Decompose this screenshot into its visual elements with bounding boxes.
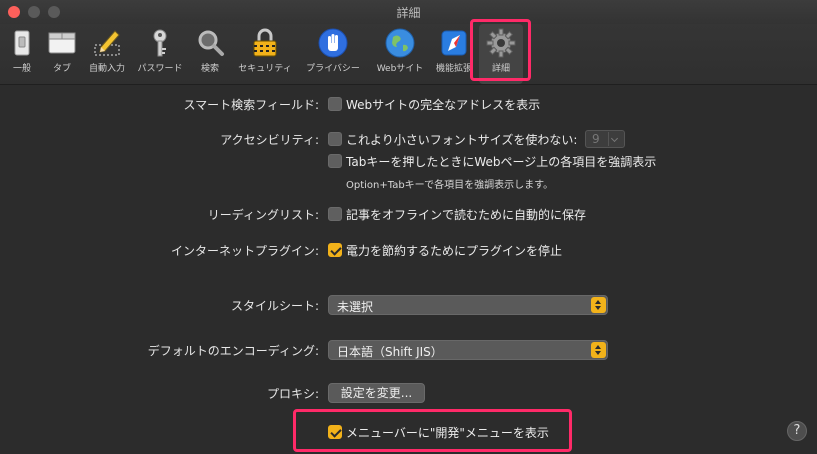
smart-search-label: スマート検索フィールド: — [183, 98, 319, 112]
stylesheet-value: 未選択 — [337, 300, 374, 314]
titlebar: 詳細 — [0, 0, 817, 24]
tab-extensions[interactable]: 機能拡張 — [434, 24, 474, 84]
globe-icon — [385, 28, 415, 58]
encoding-select[interactable]: 日本語（Shift JIS） — [328, 340, 608, 360]
show-full-address-checkbox[interactable] — [328, 97, 342, 111]
save-offline-checkbox[interactable] — [328, 207, 342, 221]
highlight-box-advanced-tab — [470, 19, 531, 81]
tab-autofill[interactable]: 自動入力 — [86, 24, 128, 84]
safari-preferences-window: 詳細 一般 タブ 自動入力 パスワード 検索 セキュリティ プライバシー Web… — [0, 0, 817, 454]
window-title: 詳細 — [396, 6, 421, 20]
accessibility-row: アクセシビリティ: これより小さいフォントサイズを使わない: 9 — [0, 129, 817, 149]
chevron-down-icon — [608, 132, 621, 146]
tab-privacy[interactable]: プライバシー — [306, 24, 360, 84]
min-font-size-text: これより小さいフォントサイズを使わない: — [346, 133, 578, 147]
proxies-label: プロキシ: — [266, 387, 319, 401]
stylesheet-select[interactable]: 未選択 — [328, 295, 608, 315]
tab-websites[interactable]: Webサイト — [377, 24, 423, 84]
preferences-toolbar: 一般 タブ 自動入力 パスワード 検索 セキュリティ プライバシー Webサイト… — [0, 24, 817, 85]
tab-highlight-row: Tabキーを押したときにWebページ上の各項目を強調表示 — [0, 151, 817, 171]
reading-list-label: リーディングリスト: — [207, 208, 319, 222]
show-full-address-text: Webサイトの完全なアドレスを表示 — [346, 98, 541, 112]
autofill-pencil-icon — [94, 30, 120, 56]
min-font-size-select[interactable]: 9 — [585, 130, 625, 148]
tab-highlight-hint: Option+Tabキーで各項目を強調表示します。 — [346, 180, 554, 191]
min-font-size-value: 9 — [592, 132, 600, 146]
encoding-row: デフォルトのエンコーディング: 日本語（Shift JIS） — [0, 340, 817, 360]
reading-list-row: リーディングリスト: 記事をオフラインで読むために自動的に保存 — [0, 204, 817, 224]
stop-plugins-text: 電力を節約するためにプラグインを停止 — [346, 244, 563, 258]
tab-general[interactable]: 一般 — [2, 24, 42, 84]
stylesheet-label: スタイルシート: — [230, 299, 319, 313]
change-proxy-settings-button[interactable]: 設定を変更... — [328, 383, 425, 403]
smart-search-row: スマート検索フィールド: Webサイトの完全なアドレスを表示 — [0, 94, 817, 114]
tab-security[interactable]: セキュリティ — [238, 24, 292, 84]
encoding-label: デフォルトのエンコーディング: — [147, 344, 319, 358]
save-offline-text: 記事をオフラインで読むために自動的に保存 — [346, 208, 587, 222]
encoding-value: 日本語（Shift JIS） — [337, 345, 443, 359]
help-button[interactable]: ? — [787, 421, 807, 441]
tab-highlight-text: Tabキーを押したときにWebページ上の各項目を強調表示 — [346, 155, 657, 169]
accessibility-label: アクセシビリティ: — [220, 133, 319, 147]
min-font-size-checkbox[interactable] — [328, 132, 342, 146]
plugins-row: インターネットプラグイン: 電力を節約するためにプラグインを停止 — [0, 240, 817, 260]
stop-plugins-checkbox[interactable] — [328, 243, 342, 257]
tab-tabs[interactable]: タブ — [42, 24, 82, 84]
extensions-icon — [441, 30, 467, 56]
tab-highlight-checkbox[interactable] — [328, 154, 342, 168]
tab-passwords[interactable]: パスワード — [137, 24, 183, 84]
key-icon — [153, 29, 167, 57]
plugins-label: インターネットプラグイン: — [170, 244, 319, 258]
updown-arrows-icon — [591, 342, 606, 358]
tabs-icon — [48, 32, 76, 54]
proxies-row: プロキシ: 設定を変更... — [0, 383, 817, 403]
highlight-box-develop-menu — [293, 409, 572, 452]
lock-icon — [253, 28, 277, 57]
magnifier-icon — [198, 30, 224, 56]
stylesheet-row: スタイルシート: 未選択 — [0, 295, 817, 315]
hand-icon — [318, 28, 348, 58]
updown-arrows-icon — [591, 297, 606, 313]
general-switch-icon — [14, 30, 30, 56]
tab-search[interactable]: 検索 — [190, 24, 230, 84]
